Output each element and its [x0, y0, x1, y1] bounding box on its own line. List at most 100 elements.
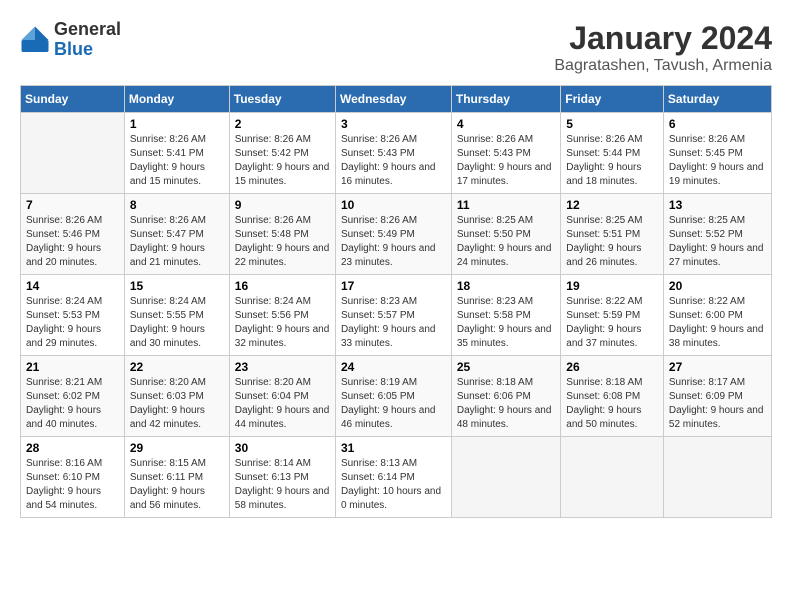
- calendar-cell: 4 Sunrise: 8:26 AM Sunset: 5:43 PM Dayli…: [451, 113, 560, 194]
- day-info: Sunrise: 8:24 AM Sunset: 5:56 PM Dayligh…: [235, 295, 330, 351]
- calendar-cell: 2 Sunrise: 8:26 AM Sunset: 5:42 PM Dayli…: [229, 113, 335, 194]
- day-info: Sunrise: 8:22 AM Sunset: 6:00 PM Dayligh…: [669, 295, 766, 351]
- daylight-text: Daylight: 9 hours and 15 minutes.: [130, 162, 205, 187]
- sunrise-text: Sunrise: 8:17 AM: [669, 377, 745, 388]
- day-number: 7: [26, 198, 119, 212]
- calendar-cell: 7 Sunrise: 8:26 AM Sunset: 5:46 PM Dayli…: [21, 194, 125, 275]
- sunset-text: Sunset: 6:09 PM: [669, 391, 743, 402]
- calendar-cell: [451, 437, 560, 518]
- sunrise-text: Sunrise: 8:19 AM: [341, 377, 417, 388]
- calendar-table: Sunday Monday Tuesday Wednesday Thursday…: [20, 85, 772, 518]
- sunset-text: Sunset: 6:13 PM: [235, 472, 309, 483]
- daylight-text: Daylight: 9 hours and 52 minutes.: [669, 405, 764, 430]
- day-info: Sunrise: 8:23 AM Sunset: 5:58 PM Dayligh…: [457, 295, 555, 351]
- day-number: 1: [130, 117, 224, 131]
- day-number: 4: [457, 117, 555, 131]
- header-tuesday: Tuesday: [229, 86, 335, 113]
- daylight-text: Daylight: 9 hours and 26 minutes.: [566, 243, 641, 268]
- day-number: 8: [130, 198, 224, 212]
- sunset-text: Sunset: 5:45 PM: [669, 148, 743, 159]
- calendar-cell: 11 Sunrise: 8:25 AM Sunset: 5:50 PM Dayl…: [451, 194, 560, 275]
- sunset-text: Sunset: 5:43 PM: [457, 148, 531, 159]
- logo-icon: [20, 25, 50, 55]
- logo-general-text: General: [54, 20, 121, 40]
- sunrise-text: Sunrise: 8:25 AM: [457, 215, 533, 226]
- sunrise-text: Sunrise: 8:26 AM: [130, 134, 206, 145]
- daylight-text: Daylight: 9 hours and 17 minutes.: [457, 162, 552, 187]
- header-sunday: Sunday: [21, 86, 125, 113]
- calendar-week-3: 14 Sunrise: 8:24 AM Sunset: 5:53 PM Dayl…: [21, 275, 772, 356]
- calendar-title: January 2024: [554, 20, 772, 57]
- day-info: Sunrise: 8:18 AM Sunset: 6:06 PM Dayligh…: [457, 376, 555, 432]
- daylight-text: Daylight: 9 hours and 54 minutes.: [26, 486, 101, 511]
- logo-text: General Blue: [54, 20, 121, 60]
- day-number: 28: [26, 441, 119, 455]
- sunrise-text: Sunrise: 8:26 AM: [235, 215, 311, 226]
- calendar-cell: 16 Sunrise: 8:24 AM Sunset: 5:56 PM Dayl…: [229, 275, 335, 356]
- logo-blue-text: Blue: [54, 40, 121, 60]
- calendar-week-2: 7 Sunrise: 8:26 AM Sunset: 5:46 PM Dayli…: [21, 194, 772, 275]
- day-info: Sunrise: 8:26 AM Sunset: 5:43 PM Dayligh…: [341, 133, 446, 189]
- sunrise-text: Sunrise: 8:23 AM: [341, 296, 417, 307]
- calendar-cell: 19 Sunrise: 8:22 AM Sunset: 5:59 PM Dayl…: [561, 275, 664, 356]
- sunset-text: Sunset: 5:59 PM: [566, 310, 640, 321]
- calendar-subtitle: Bagratashen, Tavush, Armenia: [554, 57, 772, 75]
- day-number: 29: [130, 441, 224, 455]
- sunset-text: Sunset: 5:48 PM: [235, 229, 309, 240]
- calendar-cell: 25 Sunrise: 8:18 AM Sunset: 6:06 PM Dayl…: [451, 356, 560, 437]
- sunset-text: Sunset: 6:06 PM: [457, 391, 531, 402]
- calendar-cell: 29 Sunrise: 8:15 AM Sunset: 6:11 PM Dayl…: [124, 437, 229, 518]
- day-info: Sunrise: 8:26 AM Sunset: 5:44 PM Dayligh…: [566, 133, 658, 189]
- sunrise-text: Sunrise: 8:22 AM: [669, 296, 745, 307]
- day-number: 20: [669, 279, 766, 293]
- daylight-text: Daylight: 9 hours and 35 minutes.: [457, 324, 552, 349]
- day-number: 3: [341, 117, 446, 131]
- sunrise-text: Sunrise: 8:18 AM: [457, 377, 533, 388]
- day-number: 13: [669, 198, 766, 212]
- day-number: 19: [566, 279, 658, 293]
- header-saturday: Saturday: [663, 86, 771, 113]
- day-info: Sunrise: 8:26 AM Sunset: 5:47 PM Dayligh…: [130, 214, 224, 270]
- daylight-text: Daylight: 9 hours and 21 minutes.: [130, 243, 205, 268]
- calendar-cell: 23 Sunrise: 8:20 AM Sunset: 6:04 PM Dayl…: [229, 356, 335, 437]
- calendar-cell: 31 Sunrise: 8:13 AM Sunset: 6:14 PM Dayl…: [335, 437, 451, 518]
- daylight-text: Daylight: 9 hours and 37 minutes.: [566, 324, 641, 349]
- day-info: Sunrise: 8:24 AM Sunset: 5:53 PM Dayligh…: [26, 295, 119, 351]
- sunrise-text: Sunrise: 8:26 AM: [457, 134, 533, 145]
- day-number: 16: [235, 279, 330, 293]
- sunset-text: Sunset: 6:14 PM: [341, 472, 415, 483]
- day-number: 10: [341, 198, 446, 212]
- calendar-cell: 17 Sunrise: 8:23 AM Sunset: 5:57 PM Dayl…: [335, 275, 451, 356]
- sunset-text: Sunset: 5:56 PM: [235, 310, 309, 321]
- calendar-cell: 10 Sunrise: 8:26 AM Sunset: 5:49 PM Dayl…: [335, 194, 451, 275]
- day-info: Sunrise: 8:26 AM Sunset: 5:45 PM Dayligh…: [669, 133, 766, 189]
- logo: General Blue: [20, 20, 121, 60]
- day-info: Sunrise: 8:20 AM Sunset: 6:04 PM Dayligh…: [235, 376, 330, 432]
- calendar-cell: 13 Sunrise: 8:25 AM Sunset: 5:52 PM Dayl…: [663, 194, 771, 275]
- calendar-header: Sunday Monday Tuesday Wednesday Thursday…: [21, 86, 772, 113]
- day-number: 18: [457, 279, 555, 293]
- day-number: 15: [130, 279, 224, 293]
- daylight-text: Daylight: 9 hours and 46 minutes.: [341, 405, 436, 430]
- sunset-text: Sunset: 6:08 PM: [566, 391, 640, 402]
- sunrise-text: Sunrise: 8:26 AM: [341, 134, 417, 145]
- title-section: January 2024 Bagratashen, Tavush, Armeni…: [554, 20, 772, 75]
- daylight-text: Daylight: 9 hours and 24 minutes.: [457, 243, 552, 268]
- sunset-text: Sunset: 6:02 PM: [26, 391, 100, 402]
- sunset-text: Sunset: 6:00 PM: [669, 310, 743, 321]
- calendar-cell: 12 Sunrise: 8:25 AM Sunset: 5:51 PM Dayl…: [561, 194, 664, 275]
- calendar-cell: [21, 113, 125, 194]
- calendar-cell: [561, 437, 664, 518]
- day-number: 25: [457, 360, 555, 374]
- calendar-cell: 14 Sunrise: 8:24 AM Sunset: 5:53 PM Dayl…: [21, 275, 125, 356]
- day-info: Sunrise: 8:18 AM Sunset: 6:08 PM Dayligh…: [566, 376, 658, 432]
- daylight-text: Daylight: 9 hours and 50 minutes.: [566, 405, 641, 430]
- header-monday: Monday: [124, 86, 229, 113]
- calendar-cell: 6 Sunrise: 8:26 AM Sunset: 5:45 PM Dayli…: [663, 113, 771, 194]
- sunset-text: Sunset: 6:11 PM: [130, 472, 203, 483]
- calendar-cell: 5 Sunrise: 8:26 AM Sunset: 5:44 PM Dayli…: [561, 113, 664, 194]
- day-info: Sunrise: 8:23 AM Sunset: 5:57 PM Dayligh…: [341, 295, 446, 351]
- sunset-text: Sunset: 6:04 PM: [235, 391, 309, 402]
- day-info: Sunrise: 8:21 AM Sunset: 6:02 PM Dayligh…: [26, 376, 119, 432]
- sunset-text: Sunset: 5:50 PM: [457, 229, 531, 240]
